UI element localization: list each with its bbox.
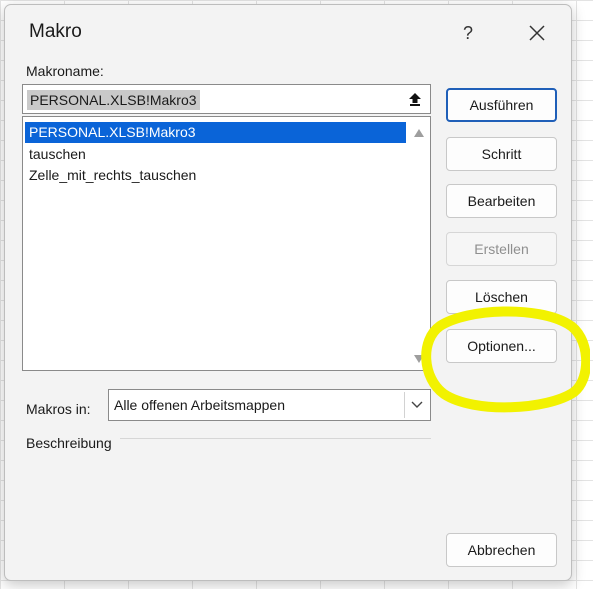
triangle-up-icon[interactable] (414, 129, 424, 137)
upload-arrow-icon (409, 93, 421, 106)
description-divider (120, 438, 431, 439)
chevron-down-icon (411, 401, 423, 408)
close-icon (529, 25, 545, 41)
description-label: Beschreibung (26, 435, 112, 451)
list-item[interactable]: tauschen (25, 144, 406, 165)
step-button[interactable]: Schritt (446, 137, 557, 171)
macro-name-label: Makroname: (26, 63, 104, 79)
list-scrollbar[interactable] (408, 117, 430, 370)
triangle-down-icon[interactable] (414, 355, 424, 363)
cancel-button[interactable]: Abbrechen (446, 533, 557, 567)
list-item[interactable]: PERSONAL.XLSB!Makro3 (25, 122, 406, 143)
dialog-title: Makro (29, 21, 82, 42)
close-button[interactable] (515, 17, 559, 49)
description-text (22, 450, 431, 530)
macro-name-input[interactable]: PERSONAL.XLSB!Makro3 (22, 84, 431, 114)
upload-button[interactable] (399, 84, 431, 114)
macros-in-label: Makros in: (26, 401, 91, 417)
create-button: Erstellen (446, 232, 557, 266)
run-button[interactable]: Ausführen (446, 88, 557, 122)
dropdown-button[interactable] (404, 392, 428, 418)
macro-name-value: PERSONAL.XLSB!Makro3 (27, 90, 200, 110)
macros-in-select[interactable]: Alle offenen Arbeitsmappen (108, 389, 431, 421)
options-button[interactable]: Optionen... (446, 329, 557, 363)
macros-in-value: Alle offenen Arbeitsmappen (114, 397, 285, 413)
macro-list[interactable]: PERSONAL.XLSB!Makro3 tauschen Zelle_mit_… (22, 116, 431, 371)
help-button[interactable]: ? (448, 17, 488, 49)
list-item[interactable]: Zelle_mit_rechts_tauschen (25, 165, 406, 186)
edit-button[interactable]: Bearbeiten (446, 184, 557, 218)
delete-button[interactable]: Löschen (446, 280, 557, 314)
